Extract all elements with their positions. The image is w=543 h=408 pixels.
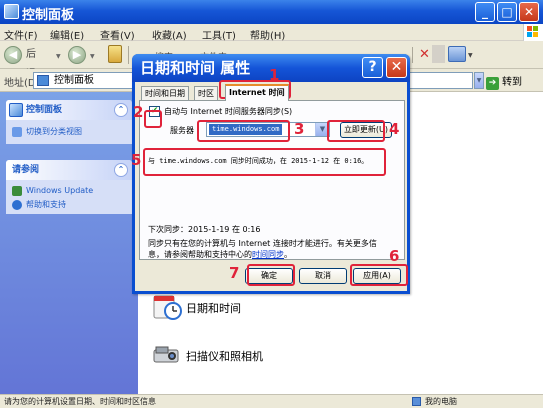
annotation-box-update-button — [327, 120, 385, 142]
scanner-item-label[interactable]: 扫描仪和照相机 — [186, 348, 263, 364]
up-folder-icon[interactable] — [108, 45, 122, 63]
delete-icon[interactable]: ✕ — [419, 47, 430, 62]
annotation-box-sync-message — [143, 148, 386, 176]
help-support-link[interactable]: 帮助和支持 — [6, 198, 132, 212]
control-panel-group-icon — [9, 103, 23, 117]
annotation-number-4: 4 — [389, 120, 400, 138]
dialog-tabs: 时间和日期 时区 Internet 时间 — [139, 84, 405, 101]
help-icon — [12, 200, 22, 210]
back-dropdown-icon[interactable]: ▼ — [56, 53, 61, 60]
switch-view-icon — [12, 127, 22, 137]
control-panel-small-icon — [37, 75, 49, 86]
server-label: 服务器 — [170, 126, 194, 135]
help-support-label: 帮助和支持 — [26, 200, 66, 209]
views-icon[interactable] — [448, 46, 466, 62]
see-also-group-title: 请参阅 — [12, 165, 40, 175]
control-panel-group-header[interactable]: 控制面板 ⌃ — [6, 100, 132, 120]
toolbar-separator — [128, 46, 129, 64]
menu-tools[interactable]: 工具(T) — [202, 27, 236, 42]
control-panel-window: 控制面板 _ □ ✕ 文件(F) 编辑(E) 查看(V) 收藏(A) 工具(T)… — [0, 0, 543, 408]
datetime-clock-icon[interactable] — [152, 292, 182, 322]
switch-view-link[interactable]: 切换到分类视图 — [6, 125, 132, 139]
chevron-up-icon[interactable]: ⌃ — [114, 163, 128, 177]
tab-internet-time[interactable]: Internet 时间 — [225, 84, 289, 101]
go-button[interactable]: ➔ 转到 — [486, 73, 522, 90]
annotation-number-7: 7 — [229, 264, 240, 282]
sync-note-suffix: 。 — [284, 250, 292, 259]
menu-help[interactable]: 帮助(H) — [250, 27, 285, 42]
annotation-number-5: 5 — [131, 151, 142, 169]
address-value: 控制面板 — [54, 75, 94, 86]
annotation-box-apply-button — [350, 264, 408, 286]
maximize-button[interactable]: □ — [497, 2, 517, 22]
sync-note-line2: 息，请参阅帮助和支持中心的时间同步。 — [148, 249, 292, 260]
windows-update-icon — [12, 186, 22, 196]
control-panel-icon — [4, 4, 19, 19]
switch-view-label: 切换到分类视图 — [26, 127, 82, 136]
forward-arrow-icon[interactable]: ▶ — [68, 46, 86, 64]
minimize-button[interactable]: _ — [475, 2, 495, 22]
address-dropdown-icon[interactable]: ▼ — [474, 72, 484, 89]
toolbar-separator — [412, 47, 413, 63]
help-button[interactable]: ? — [362, 57, 383, 78]
menu-bar: 文件(F) 编辑(E) 查看(V) 收藏(A) 工具(T) 帮助(H) — [0, 24, 543, 42]
menu-favorites[interactable]: 收藏(A) — [152, 27, 187, 42]
annotation-box-ok-button — [247, 264, 295, 286]
menu-file[interactable]: 文件(F) — [4, 27, 38, 42]
annotation-number-3: 3 — [294, 120, 305, 138]
see-also-group-header[interactable]: 请参阅 ⌃ — [6, 160, 132, 180]
tab-date-time[interactable]: 时间和日期 — [141, 86, 189, 100]
back-arrow-icon: ◀ — [4, 46, 22, 64]
tab-time-zone[interactable]: 时区 — [194, 86, 218, 100]
close-button[interactable]: ✕ — [519, 2, 539, 22]
control-panel-group-title: 控制面板 — [26, 105, 63, 115]
see-also-task-group: 请参阅 ⌃ Windows Update 帮助和支持 — [6, 160, 132, 214]
status-bar: 请为您的计算机设置日期、时间和时区信息 我的电脑 — [0, 394, 543, 408]
task-pane: 控制面板 ⌃ 切换到分类视图 请参阅 ⌃ Windows Update 帮助和支… — [0, 92, 138, 394]
sync-note-line1: 同步只有在您的计算机与 Internet 连接时才能进行。有关更多信 — [148, 239, 377, 248]
go-arrow-icon: ➔ — [486, 77, 499, 90]
windows-logo-icon — [523, 24, 543, 41]
control-panel-task-group: 控制面板 ⌃ 切换到分类视图 — [6, 100, 132, 144]
sync-note-prefix: 息，请参阅帮助和支持中心的 — [148, 250, 252, 259]
auto-sync-label: 自动与 Internet 时间服务器同步(S) — [164, 107, 293, 116]
next-sync-text: 下次同步：2015-1-19 在 0:16 — [148, 225, 261, 234]
annotation-number-6: 6 — [389, 247, 400, 265]
annotation-number-2: 2 — [133, 103, 144, 121]
dialog-title: 日期和时间 属性 — [140, 59, 251, 77]
menu-view[interactable]: 查看(V) — [100, 27, 135, 42]
views-dropdown-icon[interactable]: ▼ — [468, 52, 473, 59]
windows-update-label: Windows Update — [26, 186, 94, 195]
go-label: 转到 — [502, 77, 522, 88]
scanner-camera-icon[interactable] — [152, 340, 182, 370]
annotation-number-1: 1 — [269, 66, 280, 84]
status-text: 请为您的计算机设置日期、时间和时区信息 — [4, 397, 156, 406]
chevron-up-icon[interactable]: ⌃ — [114, 103, 128, 117]
windows-update-link[interactable]: Windows Update — [6, 184, 132, 198]
annotation-box-sync-checkbox — [144, 110, 162, 128]
toolbar-icon-hidden[interactable] — [432, 45, 445, 63]
my-computer-icon — [412, 397, 421, 406]
cancel-button[interactable]: 取消 — [299, 268, 347, 284]
time-sync-help-link[interactable]: 时间同步 — [252, 250, 284, 259]
forward-dropdown-icon[interactable]: ▼ — [90, 53, 95, 60]
datetime-item-label[interactable]: 日期和时间 — [186, 300, 241, 316]
menu-edit[interactable]: 编辑(E) — [50, 27, 84, 42]
annotation-box-server-field — [197, 120, 290, 142]
window-title-bar[interactable]: 控制面板 _ □ ✕ — [0, 0, 543, 24]
window-title: 控制面板 — [22, 8, 75, 23]
status-zone: 我的电脑 — [425, 397, 457, 406]
dialog-close-button[interactable]: ✕ — [386, 57, 407, 78]
